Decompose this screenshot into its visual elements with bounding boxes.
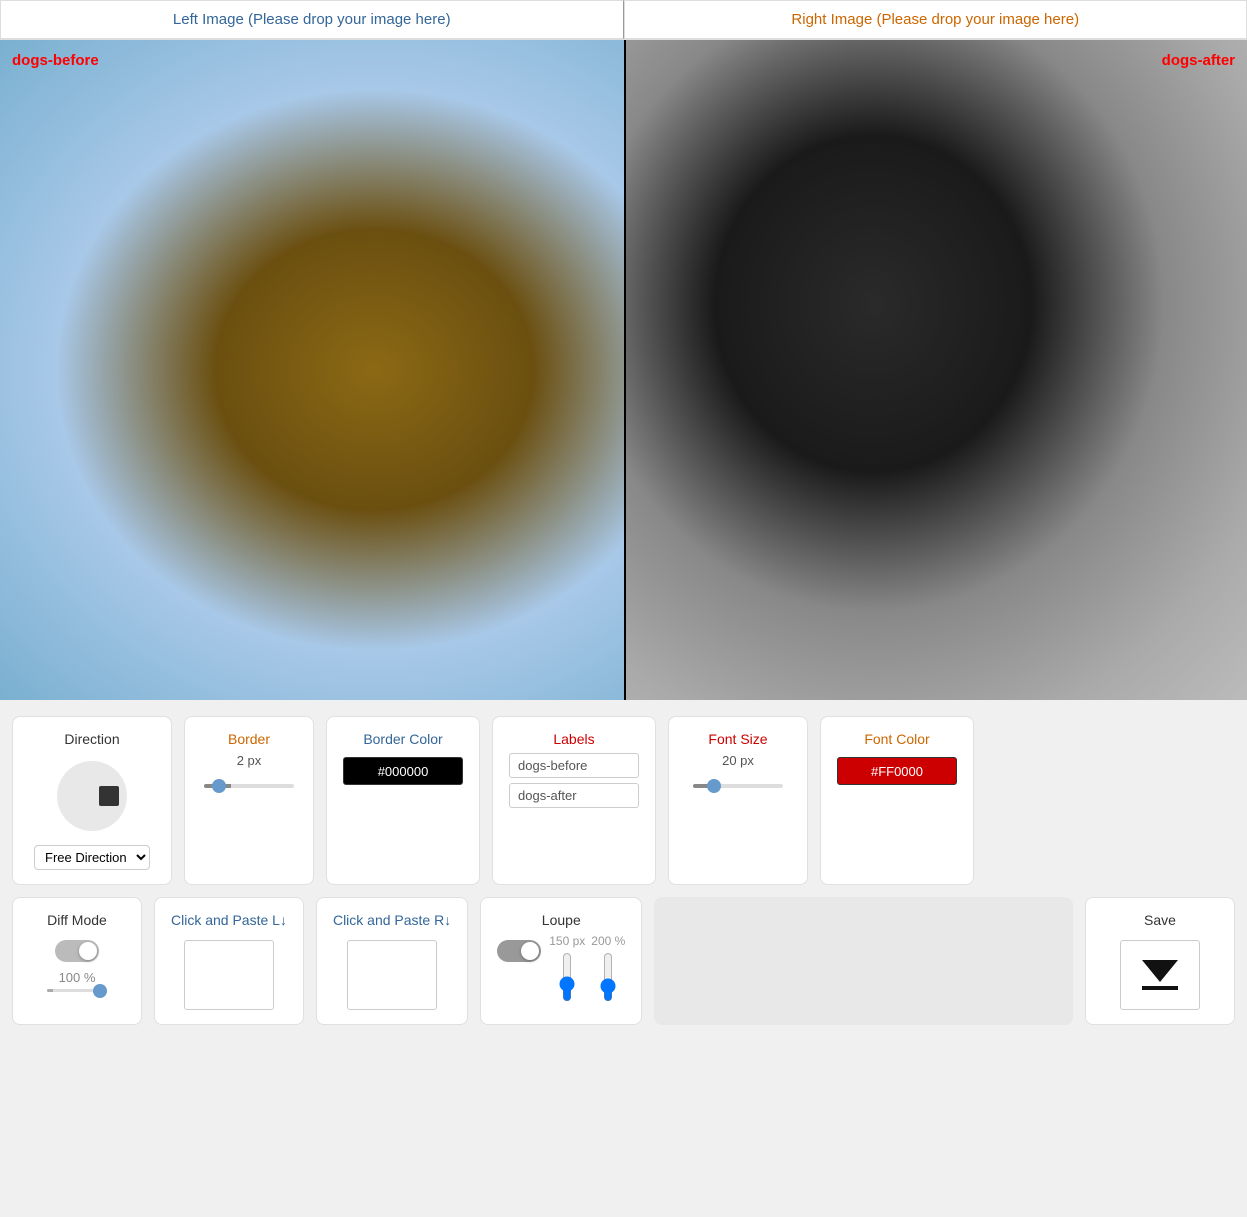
left-drop-zone[interactable]: Left Image (Please drop your image here): [0, 0, 624, 39]
direction-title: Direction: [64, 731, 119, 747]
loupe-px-slider[interactable]: [560, 952, 574, 1002]
loupe-pct-slider[interactable]: [601, 952, 615, 1002]
loupe-slider-pct: 200 %: [591, 934, 625, 1002]
left-drop-label: Left Image (Please drop your image here): [173, 11, 451, 28]
direction-wheel[interactable]: [57, 761, 127, 831]
right-drop-zone[interactable]: Right Image (Please drop your image here…: [624, 0, 1247, 39]
font-color-hex: #FF0000: [871, 764, 923, 779]
right-image-panel: dogs-after: [624, 40, 1247, 700]
direction-card: Direction Free Direction Horizontal Vert…: [12, 716, 172, 885]
border-slider-container: [201, 784, 297, 788]
save-button[interactable]: [1120, 940, 1200, 1010]
diff-mode-toggle[interactable]: [55, 940, 99, 962]
left-image-panel: dogs-before: [0, 40, 624, 700]
border-slider[interactable]: [204, 784, 294, 788]
click-paste-r-card: Click and Paste R↓: [316, 897, 468, 1025]
direction-select[interactable]: Free Direction Horizontal Vertical: [34, 845, 150, 870]
top-dropzones: Left Image (Please drop your image here)…: [0, 0, 1247, 40]
controls-row-1: Direction Free Direction Horizontal Vert…: [12, 716, 1235, 885]
controls-row-2: Diff Mode 100 % Click and Paste L↓ Click…: [12, 897, 1235, 1025]
font-size-slider-container: [685, 784, 791, 788]
download-icon: [1142, 960, 1178, 990]
save-title: Save: [1144, 912, 1176, 928]
image-divider: [624, 40, 626, 700]
left-image-bg: [0, 40, 624, 700]
loupe-title: Loupe: [542, 912, 581, 928]
diff-mode-title: Diff Mode: [47, 912, 107, 928]
loupe-toggle[interactable]: [497, 940, 541, 962]
labels-card: Labels: [492, 716, 656, 885]
empty-placeholder: [654, 897, 1073, 1025]
click-paste-l-card: Click and Paste L↓: [154, 897, 304, 1025]
border-color-hex: #000000: [378, 764, 429, 779]
border-color-card: Border Color #000000: [326, 716, 480, 885]
border-value: 2 px: [237, 753, 262, 768]
font-size-slider[interactable]: [693, 784, 783, 788]
direction-indicator: [99, 786, 119, 806]
label-left-input[interactable]: [509, 753, 639, 778]
font-color-title: Font Color: [864, 731, 929, 747]
border-title: Border: [228, 731, 270, 747]
border-card: Border 2 px: [184, 716, 314, 885]
right-drop-label: Right Image (Please drop your image here…: [791, 11, 1079, 28]
diff-mode-slider[interactable]: [47, 989, 107, 992]
loupe-slider-px: 150 px: [549, 934, 585, 1002]
font-color-swatch[interactable]: #FF0000: [837, 757, 957, 785]
diff-mode-knob: [79, 942, 97, 960]
download-arrow: [1142, 960, 1178, 982]
download-bar: [1142, 986, 1178, 990]
loupe-card: Loupe 150 px 200 %: [480, 897, 642, 1025]
loupe-toggle-knob: [521, 942, 539, 960]
image-compare-container: dogs-before dogs-after: [0, 40, 1247, 700]
left-image-label: dogs-before: [12, 52, 99, 69]
click-paste-r-title: Click and Paste R↓: [333, 912, 451, 928]
loupe-px2-label: 200 %: [591, 934, 625, 948]
diff-mode-card: Diff Mode 100 %: [12, 897, 142, 1025]
controls-section: Direction Free Direction Horizontal Vert…: [0, 700, 1247, 1041]
loupe-sliders: 150 px 200 %: [549, 934, 625, 1002]
border-color-title: Border Color: [363, 731, 442, 747]
font-color-card: Font Color #FF0000: [820, 716, 974, 885]
right-image-label: dogs-after: [1162, 52, 1235, 69]
label-right-input[interactable]: [509, 783, 639, 808]
right-image-bg: [624, 40, 1247, 700]
save-card: Save: [1085, 897, 1235, 1025]
diff-mode-slider-container: [29, 989, 125, 992]
click-paste-l-title: Click and Paste L↓: [171, 912, 287, 928]
loupe-inner: 150 px 200 %: [497, 934, 625, 1002]
font-size-value: 20 px: [722, 753, 754, 768]
click-paste-r-area[interactable]: [347, 940, 437, 1010]
font-size-card: Font Size 20 px: [668, 716, 808, 885]
loupe-px1-label: 150 px: [549, 934, 585, 948]
labels-title: Labels: [553, 731, 594, 747]
click-paste-l-area[interactable]: [184, 940, 274, 1010]
border-color-swatch[interactable]: #000000: [343, 757, 463, 785]
font-size-title: Font Size: [708, 731, 767, 747]
